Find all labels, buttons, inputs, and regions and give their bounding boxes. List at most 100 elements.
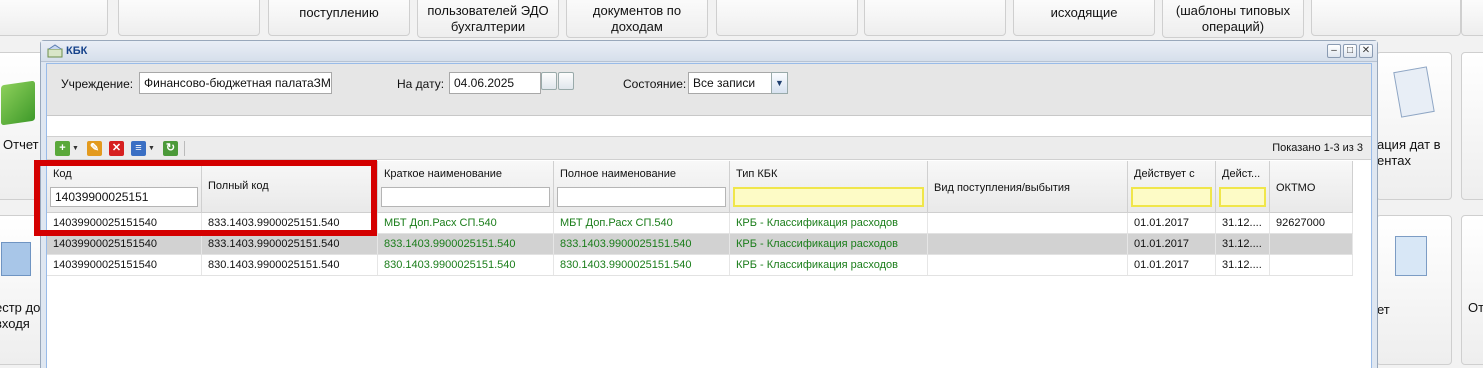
- desktop-tile[interactable]: [1461, 0, 1483, 36]
- institution-field[interactable]: Финансово-бюджетная палатаЗМ: [139, 72, 332, 94]
- tile-label: ация дат в ентах: [1377, 137, 1441, 168]
- desktop-tile[interactable]: [1311, 0, 1461, 36]
- tile-label: пользователей ЭДО бухгалтерии: [427, 3, 549, 34]
- tile-label: документов по доходам: [592, 3, 682, 34]
- cell-valid-from: 01.01.2017: [1128, 255, 1216, 275]
- desktop-tile[interactable]: (шаблоны типовых операций): [1162, 0, 1304, 38]
- kbk-grid: Код 14039900025151 Полный код Краткое на…: [47, 161, 1371, 368]
- delete-icon[interactable]: ✕: [109, 141, 124, 156]
- column-label: Вид поступления/выбытия: [934, 182, 1071, 194]
- tile-label: поступлению: [299, 5, 379, 20]
- grid-toolbar: + ▼ ✎ ✕ ≡ ▼ ↻ Показано 1-3 из 3: [47, 136, 1371, 160]
- full-name-filter-input[interactable]: [557, 187, 726, 207]
- column-header-valid-from[interactable]: Действует с: [1128, 161, 1216, 213]
- state-select[interactable]: Все записи: [688, 72, 772, 94]
- document-icon: [1393, 66, 1435, 118]
- valid-to-filter-input[interactable]: [1219, 187, 1266, 207]
- window-body: Учреждение: Финансово-бюджетная палатаЗМ…: [46, 63, 1372, 368]
- cell-code: 14039900025151540: [47, 255, 202, 275]
- list-icon[interactable]: ≡: [131, 141, 146, 156]
- column-header-short-name[interactable]: Краткое наименование: [378, 161, 554, 213]
- cell-short-name: МБТ Доп.Расх СП.540: [378, 213, 554, 233]
- kbk-type-filter-input[interactable]: [733, 187, 924, 207]
- date-refresh-icon[interactable]: [558, 72, 574, 90]
- date-label: На дату:: [397, 77, 445, 91]
- table-row[interactable]: 14039900025151540 833.1403.9900025151.54…: [47, 213, 1353, 234]
- cell-full-code: 830.1403.9900025151.540: [202, 255, 378, 275]
- cell-full-name: МБТ Доп.Расх СП.540: [554, 213, 730, 233]
- desktop-tile[interactable]: пользователей ЭДО бухгалтерии: [417, 0, 559, 38]
- list-dropdown-icon[interactable]: ▼: [148, 145, 155, 152]
- cell-kbk-type: КРБ - Классификация расходов: [730, 213, 928, 233]
- tile-label: ет: [1377, 302, 1390, 317]
- column-header-full-name[interactable]: Полное наименование: [554, 161, 730, 213]
- column-header-code[interactable]: Код 14039900025151: [47, 161, 202, 213]
- state-label: Состояние:: [623, 77, 687, 91]
- desktop-tile[interactable]: [118, 0, 260, 36]
- valid-from-filter-input[interactable]: [1131, 187, 1212, 207]
- cell-code: 14039900025151540: [47, 213, 202, 233]
- cell-valid-to: 31.12....: [1216, 234, 1270, 254]
- cell-income-type: [928, 255, 1128, 275]
- cell-kbk-type: КРБ - Классификация расходов: [730, 234, 928, 254]
- institution-label: Учреждение:: [61, 77, 134, 91]
- cell-valid-from: 01.01.2017: [1128, 234, 1216, 254]
- desktop-tile[interactable]: ет: [1376, 215, 1452, 365]
- desktop-tile[interactable]: ация дат в ентах: [1376, 52, 1452, 200]
- pagination-info: Показано 1-3 из 3: [1272, 142, 1363, 154]
- window-titlebar[interactable]: КБК – □ ✕: [41, 41, 1377, 62]
- column-label: ОКТМО: [1276, 182, 1316, 194]
- short-name-filter-input[interactable]: [381, 187, 550, 207]
- registry-icon: [1, 242, 31, 276]
- cell-oktmo: 92627000: [1270, 213, 1353, 233]
- column-header-kbk-type[interactable]: Тип КБК: [730, 161, 928, 213]
- date-field[interactable]: 04.06.2025: [449, 72, 541, 94]
- column-label: Тип КБК: [736, 168, 778, 180]
- cell-code: 14039900025151540: [47, 234, 202, 254]
- edit-icon[interactable]: ✎: [87, 141, 102, 156]
- desktop-tile[interactable]: поступлению: [268, 0, 410, 36]
- kbk-window: КБК – □ ✕ Учреждение: Финансово-бюджетна…: [40, 40, 1378, 368]
- table-row[interactable]: 14039900025151540 833.1403.9900025151.54…: [47, 234, 1353, 255]
- desktop-tile[interactable]: [716, 0, 858, 36]
- maximize-button[interactable]: □: [1343, 44, 1357, 58]
- spreadsheet-icon: [1395, 236, 1427, 276]
- column-header-valid-to[interactable]: Дейст...: [1216, 161, 1270, 213]
- cell-full-code: 833.1403.9900025151.540: [202, 234, 378, 254]
- report-icon: [1, 80, 35, 126]
- column-header-oktmo[interactable]: ОКТМО: [1270, 161, 1353, 213]
- chevron-down-icon[interactable]: ▼: [771, 72, 788, 94]
- column-label: Полный код: [208, 180, 269, 192]
- desktop-tile[interactable]: [1461, 52, 1483, 200]
- cell-full-name: 830.1403.9900025151.540: [554, 255, 730, 275]
- cell-valid-from: 01.01.2017: [1128, 213, 1216, 233]
- column-label: Краткое наименование: [384, 168, 503, 180]
- cell-valid-to: 31.12....: [1216, 255, 1270, 275]
- column-label: Действует с: [1134, 168, 1195, 180]
- code-filter-input[interactable]: 14039900025151: [50, 187, 198, 207]
- column-header-income-type[interactable]: Вид поступления/выбытия: [928, 161, 1128, 213]
- column-label: Полное наименование: [560, 168, 676, 180]
- cell-short-name: 830.1403.9900025151.540: [378, 255, 554, 275]
- tile-label: От: [1468, 300, 1483, 315]
- minimize-button[interactable]: –: [1327, 44, 1341, 58]
- desktop-tile[interactable]: документов по доходам: [566, 0, 708, 38]
- desktop-tile[interactable]: От: [1461, 215, 1483, 365]
- cell-full-code: 833.1403.9900025151.540: [202, 213, 378, 233]
- column-header-full-code[interactable]: Полный код: [202, 161, 378, 213]
- add-icon[interactable]: +: [55, 141, 70, 156]
- calendar-icon[interactable]: [541, 72, 557, 90]
- add-dropdown-icon[interactable]: ▼: [72, 145, 79, 152]
- desktop-tile[interactable]: исходящие: [1013, 0, 1155, 36]
- tile-label: исходящие: [1050, 5, 1118, 20]
- grid-header: Код 14039900025151 Полный код Краткое на…: [47, 161, 1353, 213]
- window-icon: [47, 44, 63, 58]
- table-row[interactable]: 14039900025151540 830.1403.9900025151.54…: [47, 255, 1353, 276]
- refresh-icon[interactable]: ↻: [163, 141, 178, 156]
- close-button[interactable]: ✕: [1359, 44, 1373, 58]
- cell-kbk-type: КРБ - Классификация расходов: [730, 255, 928, 275]
- desktop-tile[interactable]: [0, 0, 108, 36]
- cell-oktmo: [1270, 234, 1353, 254]
- cell-oktmo: [1270, 255, 1353, 275]
- desktop-tile[interactable]: [864, 0, 1006, 36]
